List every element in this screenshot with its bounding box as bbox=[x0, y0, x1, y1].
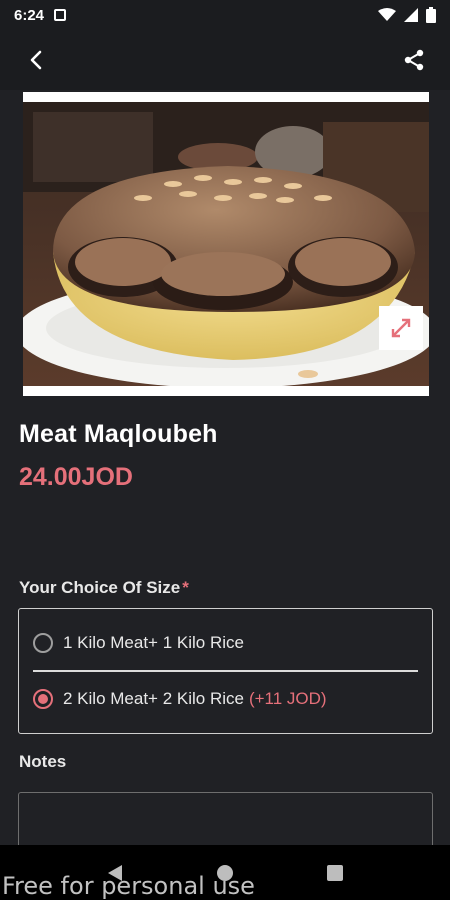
product-price: 24.00JOD bbox=[19, 463, 133, 491]
signal-icon bbox=[404, 8, 418, 22]
size-option-1[interactable]: 1 Kilo Meat+ 1 Kilo Rice bbox=[33, 623, 418, 663]
expand-image-button[interactable] bbox=[379, 306, 423, 350]
notification-icon bbox=[54, 9, 67, 21]
expand-icon bbox=[391, 318, 411, 338]
size-option-label: 1 Kilo Meat+ 1 Kilo Rice bbox=[63, 633, 244, 652]
battery-icon bbox=[426, 7, 436, 23]
radio-checked-icon[interactable] bbox=[33, 689, 53, 709]
size-option-2[interactable]: 2 Kilo Meat+ 2 Kilo Rice (+11 JOD) bbox=[33, 679, 418, 719]
back-button[interactable] bbox=[18, 42, 54, 78]
status-icons bbox=[378, 7, 436, 23]
product-title: Meat Maqloubeh bbox=[19, 420, 218, 448]
size-options-group: 1 Kilo Meat+ 1 Kilo Rice 2 Kilo Meat+ 2 … bbox=[18, 608, 433, 734]
size-option-label: 2 Kilo Meat+ 2 Kilo Rice bbox=[63, 689, 244, 708]
share-button[interactable] bbox=[396, 42, 432, 78]
radio-unchecked-icon[interactable] bbox=[33, 633, 53, 653]
option-divider bbox=[33, 670, 418, 672]
size-section-label: Your Choice Of Size * bbox=[19, 578, 189, 598]
required-mark: * bbox=[182, 578, 189, 597]
status-time: 6:24 bbox=[14, 6, 45, 24]
notes-label: Notes bbox=[19, 752, 67, 771]
share-icon bbox=[404, 49, 424, 71]
size-option-extra-price: (+11 JOD) bbox=[248, 689, 327, 708]
back-arrow-icon bbox=[30, 50, 42, 70]
status-bar: 6:24 bbox=[0, 0, 450, 30]
watermark-text: Free for personal use bbox=[2, 872, 255, 900]
product-image-frame bbox=[23, 92, 429, 396]
product-image[interactable] bbox=[23, 102, 429, 386]
size-label-text: Your Choice Of Size bbox=[19, 578, 181, 597]
wifi-icon bbox=[378, 8, 396, 21]
app-bar bbox=[0, 30, 450, 90]
square-recents-icon bbox=[327, 864, 343, 881]
nav-recents-button[interactable] bbox=[315, 853, 355, 893]
